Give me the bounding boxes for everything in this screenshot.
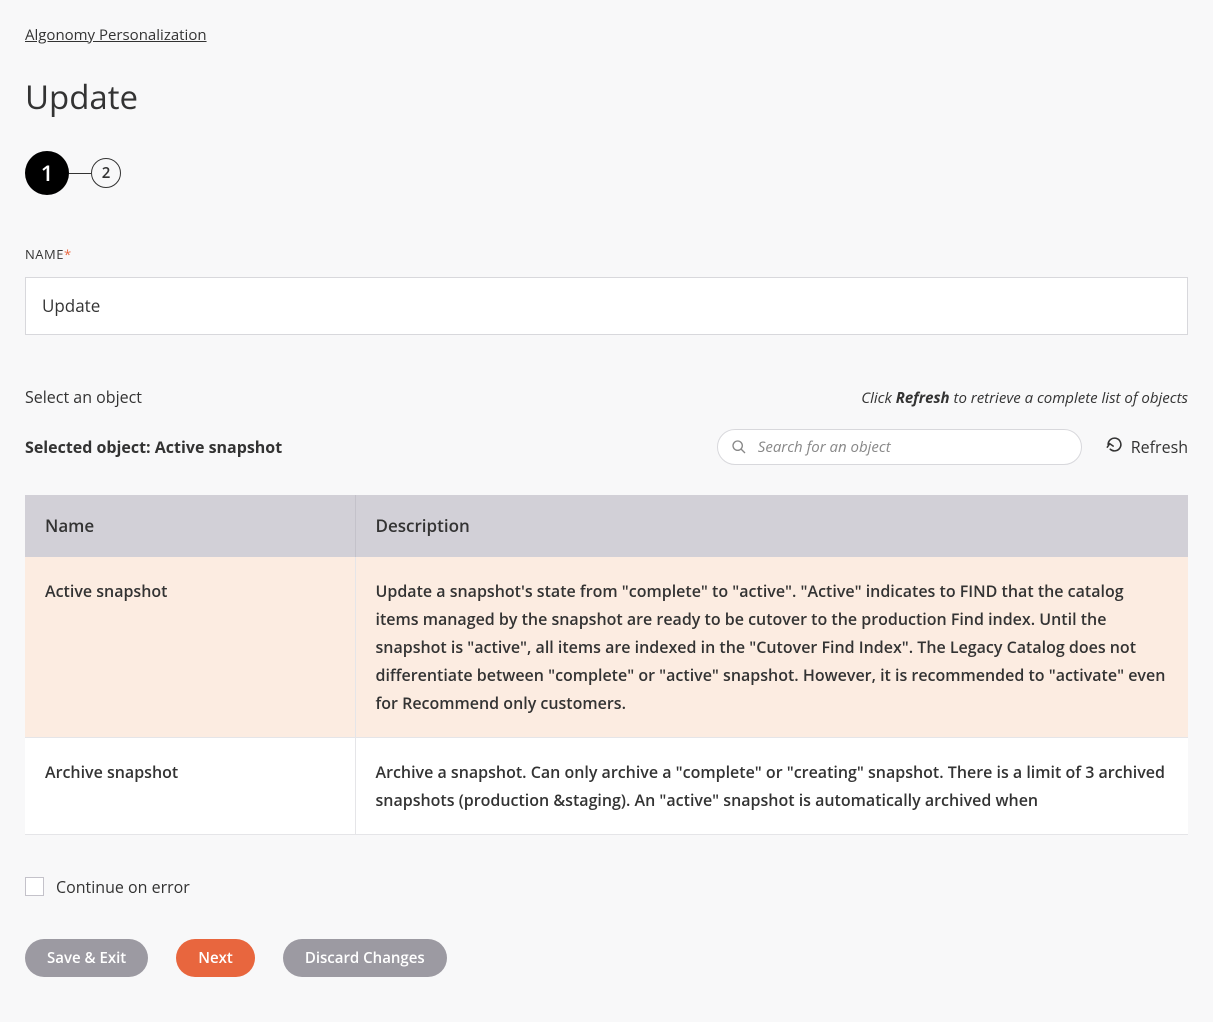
name-label: NAME* [25, 245, 1188, 265]
object-table-wrap: Name Description Active snapshotUpdate a… [25, 495, 1188, 835]
page-title: Update [25, 72, 1188, 122]
cell-name: Active snapshot [25, 557, 355, 738]
table-row[interactable]: Archive snapshotArchive a snapshot. Can … [25, 737, 1188, 834]
refresh-hint-bold: Refresh [896, 388, 950, 408]
name-label-text: NAME [25, 245, 64, 263]
object-table-scroll[interactable]: Name Description Active snapshotUpdate a… [25, 495, 1188, 834]
col-header-name: Name [25, 495, 355, 557]
step-2[interactable]: 2 [91, 158, 121, 188]
cell-description: Update a snapshot's state from "complete… [355, 557, 1188, 738]
select-object-prompt: Select an object [25, 385, 142, 409]
breadcrumb-link[interactable]: Algonomy Personalization [25, 24, 207, 47]
step-1[interactable]: 1 [25, 151, 69, 195]
search-icon [731, 439, 747, 455]
search-wrap [717, 429, 1082, 465]
discard-changes-button[interactable]: Discard Changes [283, 939, 447, 977]
step-connector [69, 173, 91, 174]
name-input[interactable] [25, 277, 1188, 335]
selected-object-value: Active snapshot [155, 436, 282, 458]
cell-name: Archive snapshot [25, 737, 355, 834]
refresh-button[interactable]: Refresh [1106, 436, 1188, 458]
selected-object-label: Selected object: Active snapshot [25, 435, 282, 459]
action-bar: Save & Exit Next Discard Changes [25, 939, 1188, 977]
wizard-steps: 1 2 [25, 151, 1188, 195]
required-asterisk: * [64, 245, 72, 263]
save-exit-button[interactable]: Save & Exit [25, 939, 148, 977]
refresh-label: Refresh [1131, 436, 1188, 458]
refresh-hint-pre: Click [861, 388, 895, 408]
refresh-icon [1106, 436, 1123, 458]
col-header-description: Description [355, 495, 1188, 557]
refresh-hint-post: to retrieve a complete list of objects [950, 388, 1188, 408]
table-row[interactable]: Active snapshotUpdate a snapshot's state… [25, 557, 1188, 738]
continue-on-error-checkbox[interactable] [25, 877, 44, 896]
cell-description: Archive a snapshot. Can only archive a "… [355, 737, 1188, 834]
object-table: Name Description Active snapshotUpdate a… [25, 495, 1188, 834]
next-button[interactable]: Next [176, 939, 255, 977]
selected-object-prefix: Selected object: [25, 436, 155, 458]
search-input[interactable] [717, 429, 1082, 465]
continue-on-error-label[interactable]: Continue on error [56, 875, 190, 899]
refresh-hint: Click Refresh to retrieve a complete lis… [861, 387, 1188, 410]
